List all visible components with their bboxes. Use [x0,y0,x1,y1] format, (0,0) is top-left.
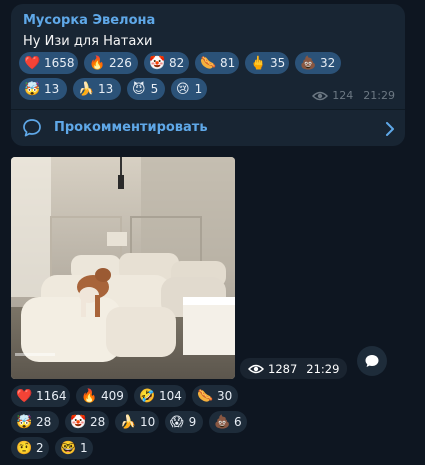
reaction-count: 82 [169,56,185,70]
reaction-count: 28 [36,415,52,429]
reaction-count: 2 [36,441,44,455]
devil-icon: 😈 [132,81,146,97]
photo-image [11,157,235,379]
reaction-count: 1658 [44,56,75,70]
channel-name[interactable]: Мусорка Эвелона [23,13,155,28]
reaction-chip[interactable]: 🤡 82 [144,52,189,74]
message-bubble: Мусорка Эвелона Ну Изи для Натахи ❤️ 165… [11,4,405,146]
reaction-count: 409 [101,389,124,403]
post-photo[interactable] [11,157,235,379]
share-icon [365,355,379,367]
scream-icon: 😱 [170,414,184,430]
reaction-count: 1 [194,82,203,96]
heart-icon: ❤️ [24,55,41,71]
raised-eyebrow-icon: 🤨 [16,440,33,456]
comment-label: Прокомментировать [54,120,208,135]
eye-icon [248,364,264,373]
reaction-count: 13 [44,82,60,96]
hotdog-icon: 🌭 [197,388,214,404]
nerd-face-icon: 🤓 [60,440,77,456]
banana-icon: 🍌 [78,81,95,97]
reaction-chip[interactable]: 💩 6 [209,411,247,433]
reaction-count: 9 [188,415,197,429]
reaction-chip[interactable]: 😱 9 [165,411,203,433]
post-text: Ну Изи для Натахи [23,34,153,49]
reaction-chip[interactable]: 🍌 10 [115,411,159,433]
reaction-chip[interactable]: 🌭 81 [195,52,239,74]
reaction-count: 226 [109,56,132,70]
banana-icon: 🍌 [120,414,137,430]
view-count: 124 [332,89,354,102]
reaction-count: 10 [140,415,156,429]
share-button[interactable] [357,346,387,376]
reaction-chip[interactable]: 🌭 30 [192,385,238,407]
reaction-chip[interactable]: 🔥 409 [76,385,128,407]
reaction-chip[interactable]: ❤️ 1658 [19,52,78,74]
poop-icon: 💩 [214,414,231,430]
post-time: 21:29 [363,89,395,102]
reaction-count: 32 [320,56,336,70]
post-meta: 124 21:29 [312,89,395,102]
reaction-count: 30 [217,389,233,403]
reaction-chip[interactable]: 🖕 35 [245,52,289,74]
hotdog-icon: 🌭 [200,55,217,71]
reaction-chip[interactable]: 🤡 28 [65,411,109,433]
post-time: 21:29 [306,361,340,376]
exploding-head-icon: 🤯 [24,81,41,97]
reaction-chip[interactable]: 🔥 226 [84,52,138,74]
exploding-head-icon: 🤯 [16,414,33,430]
heart-icon: ❤️ [16,388,33,404]
crying-face-icon: 😢 [176,81,190,97]
reaction-chip[interactable]: 🤯 28 [11,411,59,433]
poop-icon: 💩 [300,55,317,71]
view-count: 1287 [268,361,298,376]
reaction-count: 1164 [36,389,67,403]
chevron-right-icon [386,122,394,136]
comment-button[interactable]: Прокомментировать [11,110,405,146]
reaction-count: 28 [90,415,106,429]
reaction-chip[interactable]: 🤓 1 [55,437,93,459]
reaction-count: 35 [270,56,286,70]
reaction-chip[interactable]: ❤️ 1164 [11,385,70,407]
reaction-chip[interactable]: 🤣 104 [134,385,186,407]
reaction-chip[interactable]: 🤨 2 [11,437,49,459]
eye-icon [312,91,329,100]
comment-icon [23,119,41,137]
reaction-chip[interactable]: 🍌 13 [73,78,121,100]
reaction-chip[interactable]: 😢 1 [171,78,207,100]
photo-meta: 1287 21:29 [240,358,348,379]
reaction-count: 81 [220,56,236,70]
reaction-chip[interactable]: 😈 5 [127,78,165,100]
middle-finger-icon: 🖕 [250,55,267,71]
reaction-count: 104 [159,389,182,403]
clown-icon: 🤡 [70,414,87,430]
fire-icon: 🔥 [89,55,106,71]
rofl-icon: 🤣 [139,388,156,404]
reaction-count: 13 [98,82,114,96]
reaction-chip[interactable]: 🤯 13 [19,78,67,100]
clown-icon: 🤡 [149,55,166,71]
reaction-count: 5 [150,82,159,96]
fire-icon: 🔥 [81,388,98,404]
reaction-count: 6 [234,415,242,429]
reaction-count: 1 [80,441,88,455]
reaction-chip[interactable]: 💩 32 [295,52,341,74]
